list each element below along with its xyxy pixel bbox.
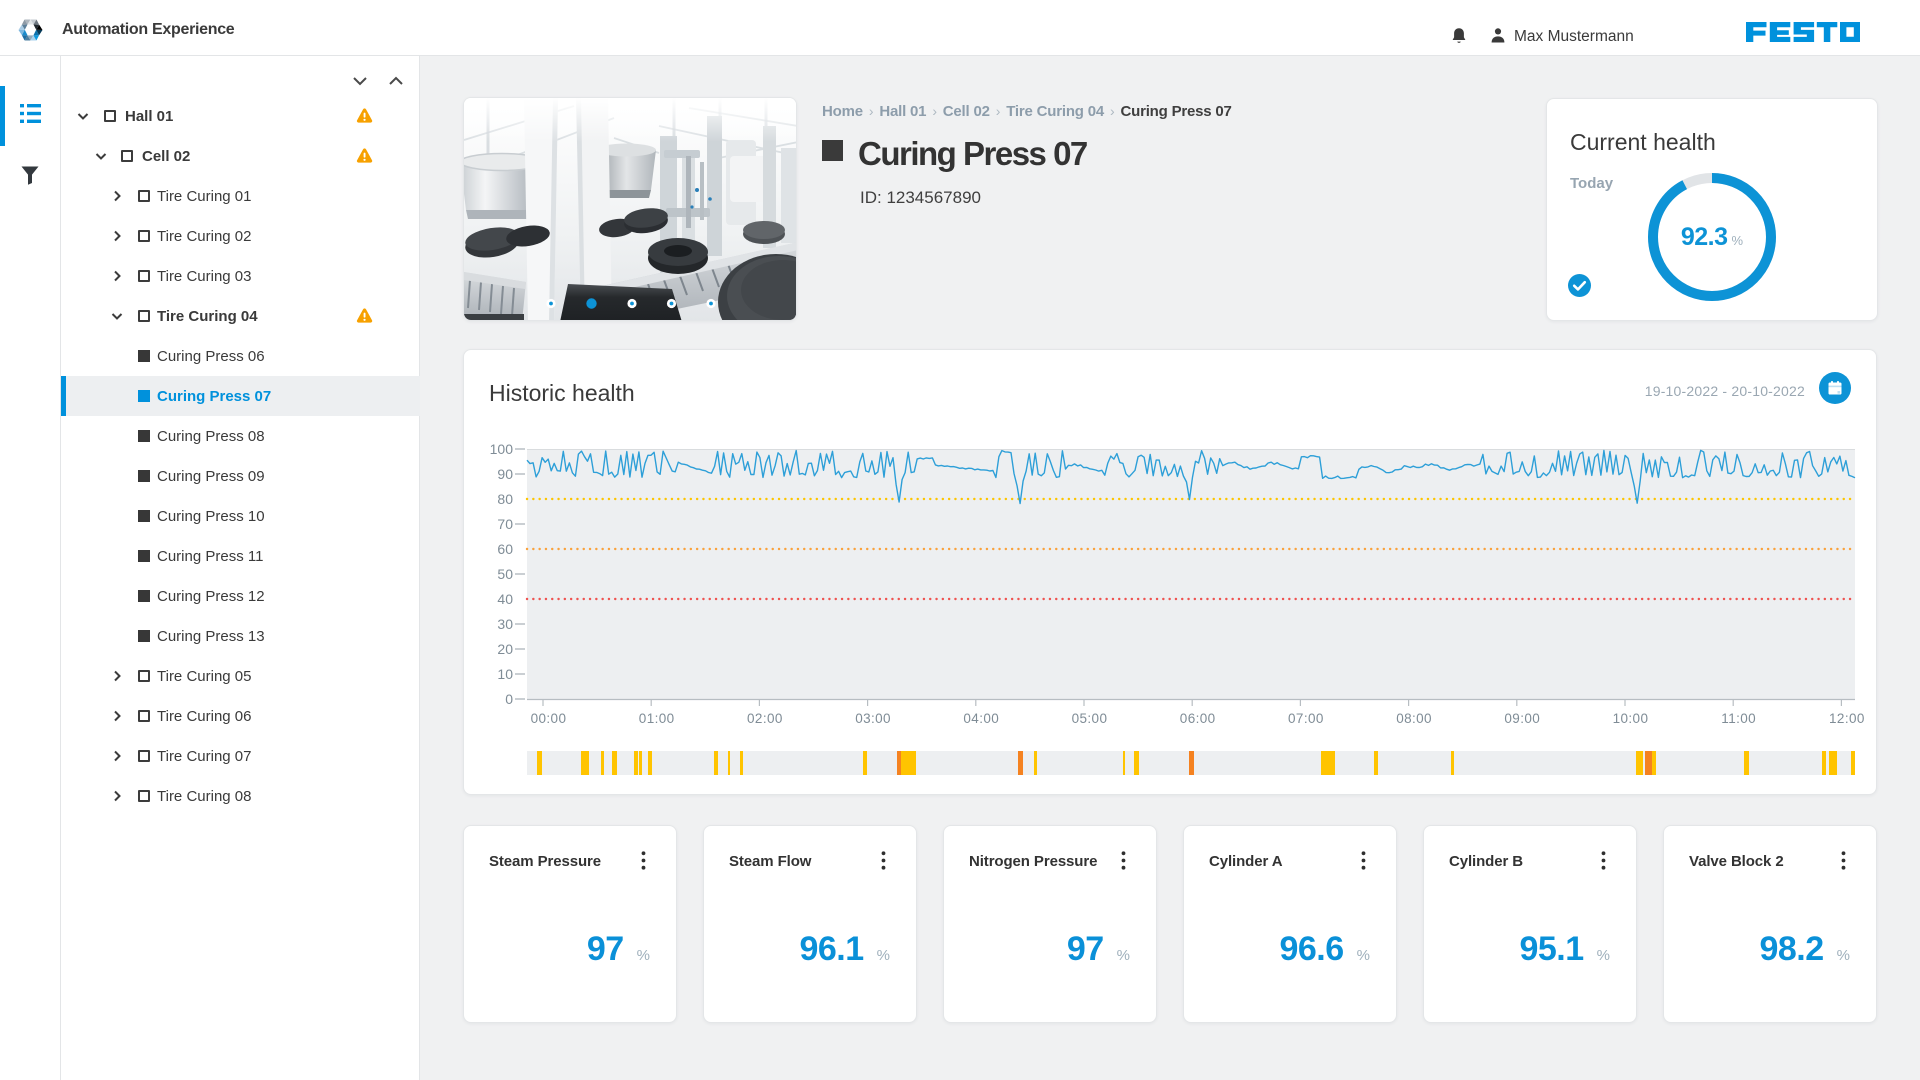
svg-text:70: 70 <box>497 516 513 532</box>
svg-text:03:00: 03:00 <box>855 711 891 726</box>
svg-text:02:00: 02:00 <box>747 711 783 726</box>
svg-text:00:00: 00:00 <box>531 711 567 726</box>
svg-text:04:00: 04:00 <box>963 711 999 726</box>
svg-text:90: 90 <box>497 466 513 482</box>
svg-text:11:00: 11:00 <box>1721 711 1756 726</box>
svg-text:09:00: 09:00 <box>1504 711 1540 726</box>
svg-text:100: 100 <box>490 441 514 457</box>
svg-text:10:00: 10:00 <box>1613 711 1649 726</box>
svg-text:80: 80 <box>497 491 513 507</box>
svg-text:60: 60 <box>497 541 513 557</box>
svg-text:0: 0 <box>505 691 513 707</box>
svg-text:01:00: 01:00 <box>639 711 675 726</box>
svg-text:20: 20 <box>497 641 513 657</box>
svg-text:40: 40 <box>497 591 513 607</box>
svg-text:05:00: 05:00 <box>1072 711 1108 726</box>
svg-text:12:00: 12:00 <box>1829 711 1865 726</box>
svg-text:06:00: 06:00 <box>1180 711 1216 726</box>
svg-text:50: 50 <box>497 566 513 582</box>
svg-text:10: 10 <box>497 666 513 682</box>
svg-text:07:00: 07:00 <box>1288 711 1324 726</box>
svg-text:08:00: 08:00 <box>1396 711 1432 726</box>
svg-text:30: 30 <box>497 616 513 632</box>
